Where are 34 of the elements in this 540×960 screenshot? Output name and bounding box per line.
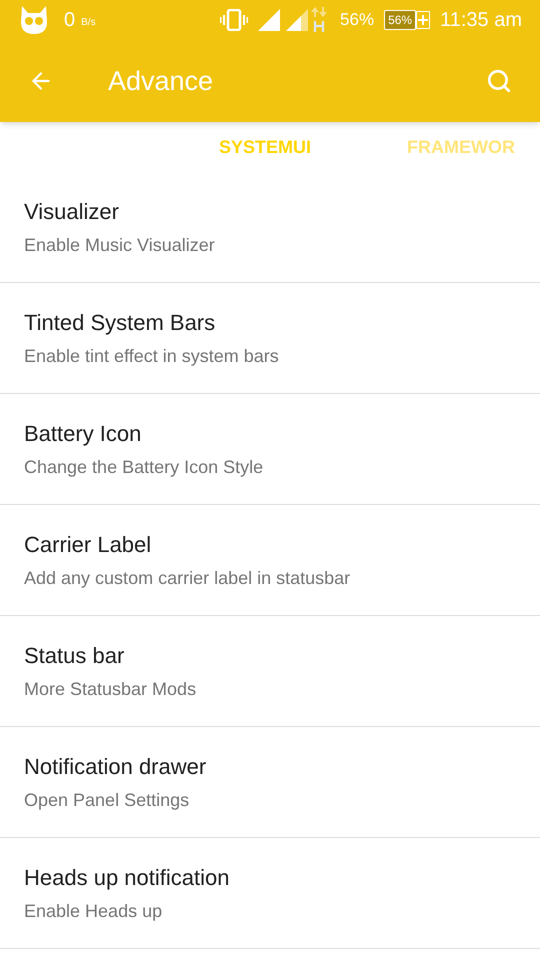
battery-icon: 56% [384,10,416,30]
settings-item[interactable]: Heads up notification Enable Heads up [0,838,540,949]
settings-item[interactable]: Tinted System Bars Enable tint effect in system bars [0,283,540,394]
network-speed: 0 [64,8,76,33]
item-title: Carrier Label [24,531,152,559]
signal-icon [286,9,308,31]
item-title: Visualizer [24,198,120,226]
clock: 11:35 am [440,8,522,33]
settings-item[interactable]: Status bar More Statusbar Mods [0,616,540,727]
search-button[interactable] [486,68,512,94]
settings-item[interactable]: Carrier Label Add any custom carrier label in statusbar [0,505,540,616]
item-subtitle: More Statusbar Mods [24,678,198,701]
item-subtitle: Open Panel Settings [24,789,190,812]
item-title: Heads up notification [24,864,230,892]
item-subtitle: Enable tint effect in system bars [24,345,280,368]
item-title: Status bar [24,642,126,670]
signal-icon [258,9,280,31]
speed-unit: B/s [81,16,96,30]
cat-icon [18,4,50,36]
settings-item[interactable]: Battery Icon Change the Battery Icon Style [0,394,540,505]
item-subtitle: Change the Battery Icon Style [24,456,264,479]
battery-percent: 56% [340,9,374,32]
item-title: Tinted System Bars [24,309,216,337]
settings-item[interactable]: Notification drawer Open Panel Settings [0,727,540,838]
item-title: Notification drawer [24,753,208,781]
item-title: Battery Icon [24,420,142,448]
settings-item[interactable]: Visualizer Enable Music Visualizer [0,172,540,283]
vibrate-icon [220,9,248,31]
item-subtitle: Add any custom carrier label in statusbar [24,567,352,590]
item-subtitle: Enable Heads up [24,900,164,923]
data-transfer-icon [310,7,328,33]
item-subtitle: Enable Music Visualizer [24,234,216,257]
toolbar-title: Advance [108,64,214,98]
charging-icon [416,11,430,29]
